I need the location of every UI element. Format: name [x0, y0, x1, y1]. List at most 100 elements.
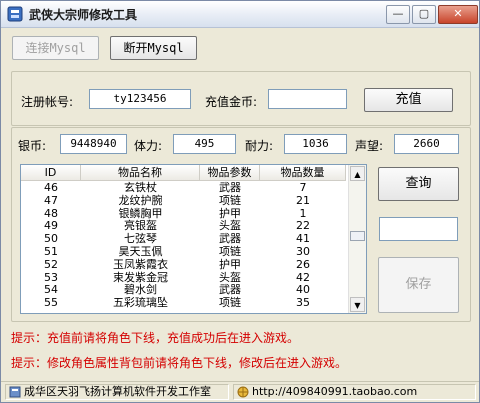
- window-title: 武侠大宗师修改工具: [29, 8, 138, 22]
- cell-quantity: 42: [296, 270, 310, 284]
- cell-param: 武器: [219, 181, 241, 194]
- hint-modify: 提示：修改角色属性背包前请将角色下线，修改后在进入游戏。: [11, 356, 348, 370]
- query-button[interactable]: 查询: [378, 167, 459, 201]
- cell-id: 49: [44, 219, 58, 233]
- cell-id: 48: [44, 206, 58, 220]
- gold-input[interactable]: [268, 89, 347, 109]
- column-header-name[interactable]: 物品名称: [81, 165, 200, 180]
- prestige-label: 声望:: [355, 139, 384, 153]
- silver-input[interactable]: 9448940: [60, 134, 127, 154]
- cell-param: 头盔: [219, 219, 241, 233]
- cell-param: 项链: [219, 193, 241, 207]
- table-row[interactable]: 46 玄铁杖 武器 7: [21, 182, 346, 193]
- stamina-input[interactable]: 495: [173, 134, 236, 154]
- studio-text: 成华区天羽飞扬计算机软件开发工作室: [24, 385, 211, 398]
- cell-quantity: 26: [296, 257, 310, 271]
- endurance-label: 耐力:: [245, 139, 274, 153]
- cell-id: 46: [44, 181, 58, 194]
- table-scrollbar[interactable]: ▲ ▼: [348, 165, 366, 313]
- cell-param: 项链: [219, 296, 241, 310]
- cell-name: 玉凤紫霞衣: [113, 257, 168, 271]
- account-label: 注册帐号:: [21, 95, 74, 109]
- scroll-up-button[interactable]: ▲: [350, 166, 365, 181]
- column-header-id[interactable]: ID: [21, 165, 81, 180]
- cell-param: 项链: [219, 245, 241, 258]
- cell-quantity: 30: [296, 245, 310, 258]
- account-input[interactable]: ty123456: [89, 89, 191, 109]
- cell-name: 龙纹护腕: [118, 193, 163, 207]
- column-header-quantity[interactable]: 物品数量: [260, 165, 346, 180]
- value-input[interactable]: [379, 217, 458, 241]
- cell-quantity: 7: [299, 181, 307, 194]
- minimize-icon: —: [392, 7, 404, 20]
- cell-param: 武器: [219, 283, 241, 297]
- status-shop[interactable]: http://409840991.taobao.com: [233, 384, 476, 400]
- table-row[interactable]: 47 龙纹护腕 项链 21: [21, 195, 346, 206]
- close-button[interactable]: ✕: [438, 5, 478, 24]
- cell-id: 54: [44, 283, 58, 297]
- table-row[interactable]: 53 束发紫金冠 头盔 42: [21, 272, 346, 283]
- connect-mysql-button[interactable]: 连接Mysql: [12, 36, 99, 60]
- prestige-input[interactable]: 2660: [394, 134, 459, 154]
- cell-quantity: 40: [296, 283, 310, 297]
- table-row[interactable]: 48 银鳞胸甲 护甲 1: [21, 208, 346, 219]
- table-row[interactable]: 52 玉凤紫霞衣 护甲 26: [21, 259, 346, 270]
- cell-param: 护甲: [219, 206, 241, 220]
- studio-icon: [9, 386, 21, 398]
- globe-icon: [237, 386, 249, 398]
- cell-name: 昊天玉佩: [118, 245, 163, 258]
- maximize-button[interactable]: ▢: [412, 5, 436, 24]
- cell-id: 47: [44, 193, 58, 207]
- cell-quantity: 35: [296, 296, 310, 310]
- cell-quantity: 22: [296, 219, 310, 233]
- scroll-thumb[interactable]: [350, 231, 365, 241]
- cell-id: 55: [44, 296, 58, 310]
- table-header: ID 物品名称 物品参数 物品数量: [21, 165, 346, 181]
- recharge-group: 注册帐号: ty123456 充值金币: 充值: [11, 71, 471, 126]
- recharge-button[interactable]: 充值: [364, 88, 453, 112]
- status-bar: 成华区天羽飞扬计算机软件开发工作室 http://409840991.taoba…: [1, 381, 479, 402]
- cell-id: 51: [44, 245, 58, 258]
- table-row[interactable]: 51 昊天玉佩 项链 30: [21, 246, 346, 257]
- save-button[interactable]: 保存: [378, 257, 459, 313]
- cell-id: 53: [44, 270, 58, 284]
- table-row[interactable]: 50 七弦琴 武器 41: [21, 233, 346, 244]
- column-header-param[interactable]: 物品参数: [200, 165, 260, 180]
- hint-recharge: 提示：充值前请将角色下线，充值成功后在进入游戏。: [11, 331, 300, 345]
- table-row[interactable]: 55 五彩琉璃坠 项链 35: [21, 297, 346, 308]
- arrow-up-icon: ▲: [354, 170, 361, 179]
- scroll-down-button[interactable]: ▼: [350, 297, 365, 312]
- title-bar[interactable]: 武侠大宗师修改工具 — ▢ ✕: [1, 1, 479, 28]
- cell-name: 五彩琉璃坠: [113, 296, 168, 310]
- items-table[interactable]: ID 物品名称 物品参数 物品数量 46 玄铁杖 武器 7 47 龙纹护腕 项链 21 48 银鳞…: [20, 164, 367, 314]
- cell-quantity: 1: [299, 206, 307, 220]
- table-row[interactable]: 49 亮银盔 头盔 22: [21, 220, 346, 231]
- minimize-button[interactable]: —: [386, 5, 410, 24]
- gold-label: 充值金币:: [205, 95, 258, 109]
- silver-label: 银币:: [18, 139, 47, 153]
- cell-name: 束发紫金冠: [113, 270, 168, 284]
- cell-id: 50: [44, 232, 58, 246]
- cell-name: 七弦琴: [124, 232, 157, 246]
- cell-name: 碧水剑: [124, 283, 157, 297]
- table-row[interactable]: 54 碧水剑 武器 40: [21, 284, 346, 295]
- close-icon: ✕: [453, 7, 463, 20]
- cell-id: 52: [44, 257, 58, 271]
- maximize-icon: ▢: [418, 7, 430, 20]
- cell-name: 亮银盔: [124, 219, 157, 233]
- stamina-label: 体力:: [134, 139, 163, 153]
- endurance-input[interactable]: 1036: [284, 134, 347, 154]
- cell-quantity: 21: [296, 193, 310, 207]
- shop-link[interactable]: http://409840991.taobao.com: [252, 385, 417, 398]
- main-window: 武侠大宗师修改工具 — ▢ ✕ 连接Mysql 断开Mysql 注册帐号: ty…: [0, 0, 480, 403]
- status-studio: 成华区天羽飞扬计算机软件开发工作室: [5, 384, 229, 400]
- disconnect-mysql-button[interactable]: 断开Mysql: [110, 36, 197, 60]
- cell-name: 银鳞胸甲: [118, 206, 163, 220]
- app-icon: [7, 6, 23, 22]
- cell-param: 头盔: [219, 270, 241, 284]
- cell-param: 武器: [219, 232, 241, 246]
- cell-quantity: 41: [296, 232, 310, 246]
- cell-param: 护甲: [219, 257, 241, 271]
- cell-name: 玄铁杖: [124, 181, 157, 194]
- arrow-down-icon: ▼: [354, 301, 361, 310]
